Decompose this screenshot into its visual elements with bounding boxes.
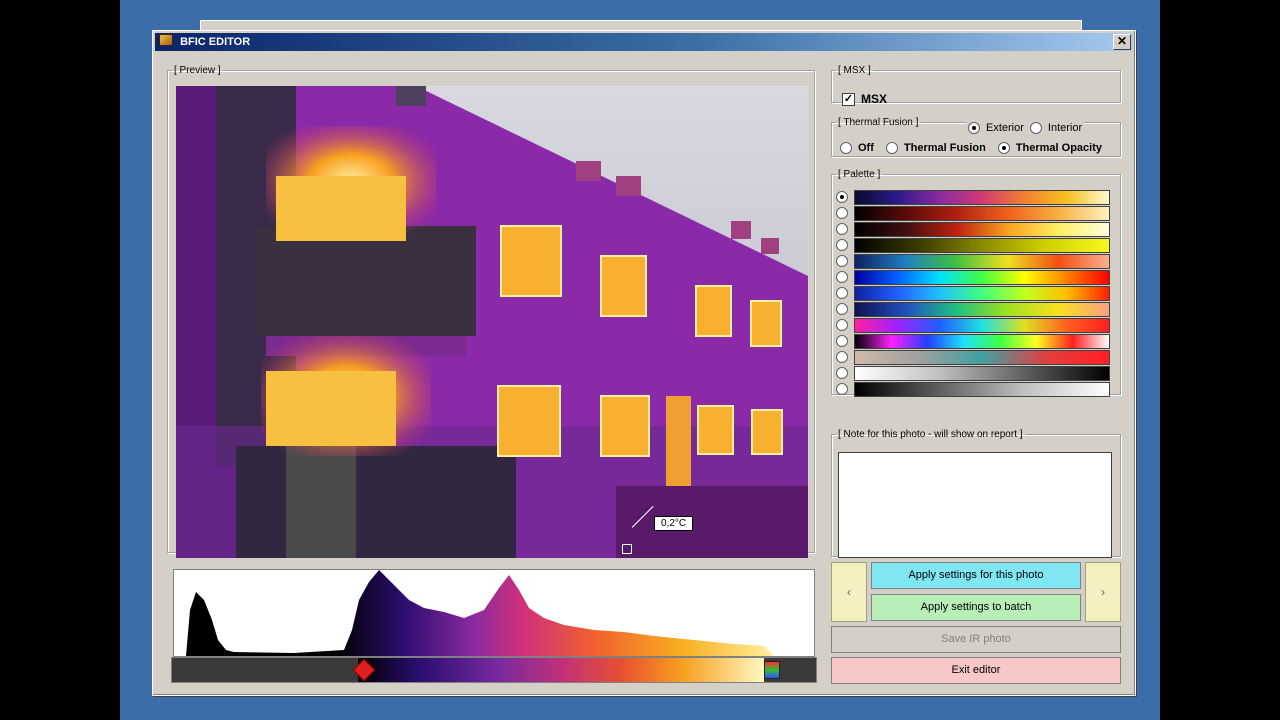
palette-swatch[interactable] <box>854 269 1110 285</box>
palette-swatch[interactable] <box>854 285 1110 301</box>
palette-swatch[interactable] <box>854 221 1110 237</box>
thermal-opacity-label: Thermal Opacity <box>1015 142 1102 154</box>
apply-settings-batch-button[interactable]: Apply settings to batch <box>871 594 1081 621</box>
thermal-building-graphic <box>176 86 808 558</box>
palette-row[interactable] <box>836 189 1116 205</box>
preview-legend: [ Preview ] <box>174 65 221 76</box>
msx-label: MSX <box>861 92 888 106</box>
palette-swatch[interactable] <box>854 349 1110 365</box>
palette-row[interactable] <box>836 333 1116 349</box>
location-radio-group: Exterior Interior <box>966 122 1085 134</box>
palette-radio[interactable] <box>836 223 848 235</box>
desktop: BFIC EDITOR ✕ [ Preview ] 0,2°C [MSX] … <box>120 0 1160 720</box>
palette-swatch[interactable] <box>854 333 1110 349</box>
temperature-spot-marker[interactable] <box>622 544 632 554</box>
range-slider[interactable] <box>171 657 817 683</box>
palette-row[interactable] <box>836 269 1116 285</box>
preview-group: [ Preview ] 0,2°C <box>167 65 815 558</box>
palette-legend: [ Palette ] <box>838 169 881 180</box>
thermal-fusion-label: Thermal Fusion <box>903 142 986 154</box>
palette-group: [ Palette ] <box>831 169 1121 397</box>
interior-label: Interior <box>1047 122 1083 134</box>
previous-photo-button[interactable]: ‹ <box>831 562 867 622</box>
bfic-editor-window: BFIC EDITOR ✕ [ Preview ] 0,2°C [MSX] … <box>152 30 1136 696</box>
temperature-readout: 0,2°C <box>654 516 694 531</box>
palette-radio[interactable] <box>836 271 848 283</box>
palette-swatch[interactable] <box>854 237 1110 253</box>
window-title: BFIC EDITOR <box>180 36 251 48</box>
palette-radio[interactable] <box>836 239 848 251</box>
slider-gradient <box>358 658 764 682</box>
thermal-opacity-radio[interactable] <box>997 142 1010 154</box>
palette-row[interactable] <box>836 253 1116 269</box>
note-group: [ Note for this photo - will show on rep… <box>831 429 1121 558</box>
palette-swatch[interactable] <box>854 317 1110 333</box>
interior-radio[interactable] <box>1029 122 1042 134</box>
palette-radio[interactable] <box>836 351 848 363</box>
msx-checkbox-row[interactable]: ✓ MSX <box>842 92 887 106</box>
apply-settings-photo-button[interactable]: Apply settings for this photo <box>871 562 1081 589</box>
high-range-handle[interactable] <box>764 661 780 679</box>
palette-row[interactable] <box>836 381 1116 397</box>
palette-row[interactable] <box>836 349 1116 365</box>
palette-row[interactable] <box>836 237 1116 253</box>
palette-radio[interactable] <box>836 255 848 267</box>
fusion-legend: [ Thermal Fusion ] <box>838 117 919 128</box>
palette-radio[interactable] <box>836 319 848 331</box>
palette-radio[interactable] <box>836 287 848 299</box>
thermal-image[interactable]: 0,2°C <box>176 86 808 558</box>
palette-row[interactable] <box>836 317 1116 333</box>
palette-swatch[interactable] <box>854 205 1110 221</box>
histogram-panel <box>173 569 815 657</box>
exterior-label: Exterior <box>986 122 1024 134</box>
app-icon <box>159 34 173 46</box>
msx-group: [ MSX ] ✓ MSX <box>831 65 1121 106</box>
msx-legend: [ MSX ] <box>838 65 871 76</box>
palette-radio[interactable] <box>836 303 848 315</box>
palette-radio[interactable] <box>836 383 848 395</box>
off-label: Off <box>858 142 874 154</box>
save-ir-photo-button[interactable]: Save IR photo <box>831 626 1121 653</box>
palette-swatch[interactable] <box>854 381 1110 397</box>
note-textarea[interactable] <box>838 452 1112 558</box>
palette-row[interactable] <box>836 365 1116 381</box>
palette-row[interactable] <box>836 301 1116 317</box>
next-photo-button[interactable]: › <box>1085 562 1121 622</box>
note-legend: [ Note for this photo - will show on rep… <box>838 429 1023 440</box>
title-bar[interactable]: BFIC EDITOR ✕ <box>155 33 1133 51</box>
palette-radio[interactable] <box>836 191 848 203</box>
palette-swatch[interactable] <box>854 253 1110 269</box>
palette-radio[interactable] <box>836 367 848 379</box>
histogram-graphic <box>174 570 774 656</box>
palette-row[interactable] <box>836 285 1116 301</box>
palette-radio[interactable] <box>836 207 848 219</box>
palette-swatch[interactable] <box>854 301 1110 317</box>
off-radio[interactable] <box>840 142 852 154</box>
palette-swatch[interactable] <box>854 189 1110 205</box>
right-black-strip <box>1160 0 1280 720</box>
palette-swatch[interactable] <box>854 365 1110 381</box>
thermal-fusion-group: [ Thermal Fusion ] Exterior Interior Off… <box>831 117 1121 157</box>
palette-row[interactable] <box>836 221 1116 237</box>
palette-radio[interactable] <box>836 335 848 347</box>
msx-checkbox[interactable]: ✓ <box>842 92 855 106</box>
fusion-mode-radio-group: Off Thermal Fusion Thermal Opacity <box>840 142 1102 154</box>
exterior-radio[interactable] <box>968 122 980 134</box>
thermal-fusion-radio[interactable] <box>885 142 898 154</box>
exit-editor-button[interactable]: Exit editor <box>831 657 1121 684</box>
close-button[interactable]: ✕ <box>1113 34 1131 50</box>
palette-row[interactable] <box>836 205 1116 221</box>
